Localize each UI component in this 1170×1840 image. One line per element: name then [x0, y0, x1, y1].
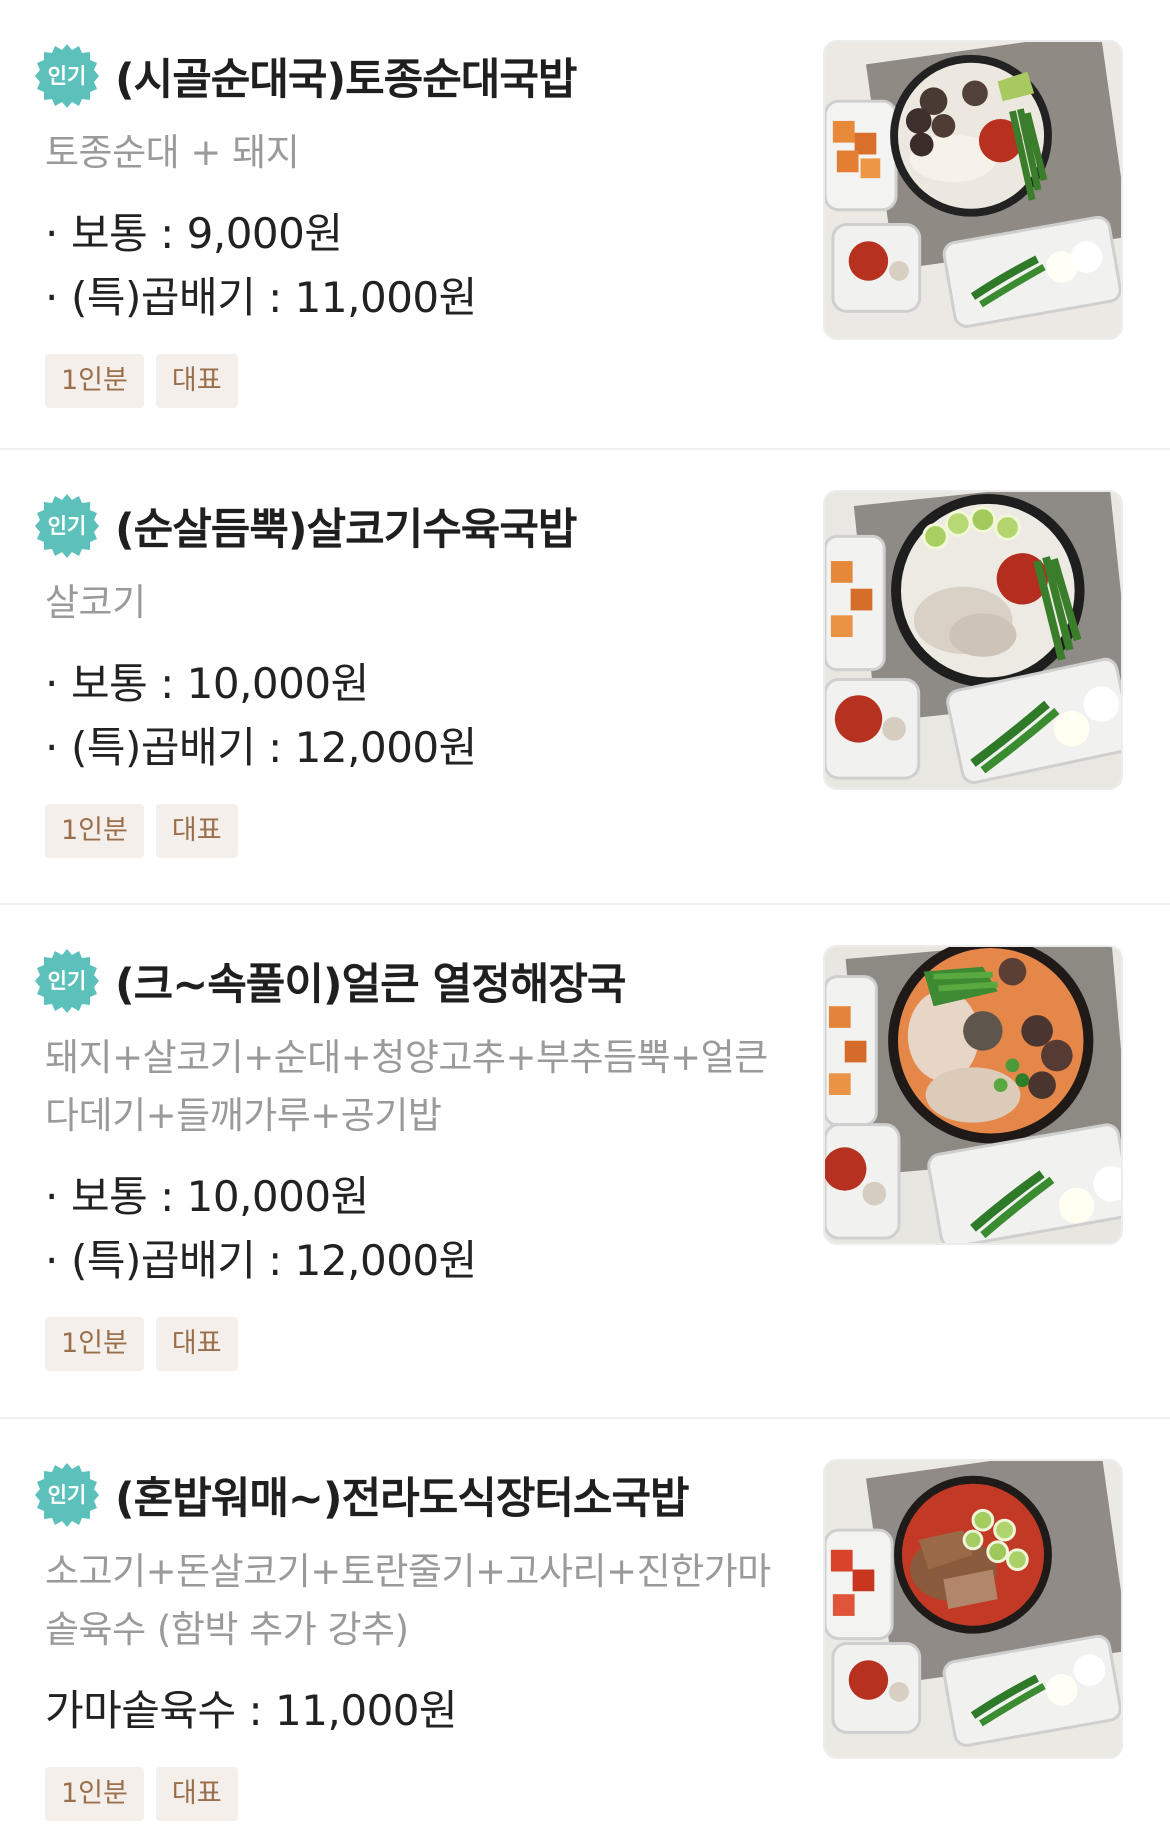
tag-signature: 대표 — [155, 804, 238, 858]
menu-title-row: 인기 (혼밥워매~)전라도식장터소국밥 — [35, 1457, 795, 1533]
price-line: · (특)곱배기 : 12,000원 — [45, 1236, 477, 1285]
tag-serving: 1인분 — [45, 354, 144, 408]
tag-signature: 대표 — [155, 1317, 238, 1371]
menu-item-info: 인기 (시골순대국)토종순대국밥 토종순대 + 돼지 · 보통 : 9,000원 … — [35, 38, 795, 408]
menu-title-row: 인기 (시골순대국)토종순대국밥 — [35, 38, 795, 114]
menu-name: (시골순대국)토종순대국밥 — [115, 55, 577, 105]
tag-serving: 1인분 — [45, 1767, 144, 1821]
menu-name: (혼밥워매~)전라도식장터소국밥 — [115, 1474, 690, 1524]
menu-item-info: 인기 (혼밥워매~)전라도식장터소국밥 소고기+돈살코기+토란줄기+고사리+진한… — [35, 1457, 795, 1821]
sogukbap-photo[interactable] — [823, 1459, 1123, 1759]
menu-title-row: 인기 (크~속풀이)얼큰 열정해장국 — [35, 943, 795, 1019]
haejangguk-photo[interactable] — [823, 945, 1123, 1245]
popular-badge-label: 인기 — [47, 969, 87, 993]
menu-item[interactable]: 인기 (순살듬뿍)살코기수육국밥 살코기 · 보통 : 10,000원 · (특)곱… — [0, 450, 1170, 905]
price-line: · (특)곱배기 : 11,000원 — [45, 273, 477, 322]
price-text: (특)곱배기 : 12,000원 — [71, 723, 477, 772]
price-line: 가마솥육수 : 11,000원 — [45, 1679, 795, 1743]
popular-badge: 인기 — [33, 947, 101, 1015]
menu-description: 토종순대 + 돼지 — [45, 131, 300, 174]
tag-list: 1인분 대표 — [45, 804, 795, 858]
tag-signature: 대표 — [155, 354, 238, 408]
popular-badge: 인기 — [33, 1461, 101, 1529]
suyuk-gukbap-photo[interactable] — [823, 490, 1123, 790]
menu-item-info: 인기 (순살듬뿍)살코기수육국밥 살코기 · 보통 : 10,000원 · (특)곱… — [35, 488, 795, 858]
sundae-gukbap-photo[interactable] — [823, 40, 1123, 340]
price-line: · (특)곱배기 : 12,000원 — [45, 723, 477, 772]
price-text: (특)곱배기 : 11,000원 — [71, 273, 477, 322]
tag-signature: 대표 — [155, 1767, 238, 1821]
menu-name: (순살듬뿍)살코기수육국밥 — [115, 505, 577, 555]
tag-serving: 1인분 — [45, 804, 144, 858]
price-text: 가마솥육수 : 11,000원 — [45, 1686, 458, 1735]
tag-list: 1인분 대표 — [45, 1317, 795, 1371]
tag-serving: 1인분 — [45, 1317, 144, 1371]
price-line: · 보통 : 10,000원 — [45, 659, 369, 708]
price-text: 보통 : 9,000원 — [71, 209, 343, 258]
price-text: 보통 : 10,000원 — [71, 1172, 369, 1221]
price-list: · 보통 : 10,000원 · (특)곱배기 : 12,000원 — [45, 652, 795, 780]
menu-description: 살코기 — [45, 581, 146, 624]
menu-name: (크~속풀이)얼큰 열정해장국 — [115, 960, 626, 1010]
menu-item[interactable]: 인기 (크~속풀이)얼큰 열정해장국 돼지+살코기+순대+청양고추+부추듬뿍+얼… — [0, 905, 1170, 1419]
tag-list: 1인분 대표 — [45, 354, 795, 408]
menu-description: 돼지+살코기+순대+청양고추+부추듬뿍+얼큰다데기+들깨가루+공기밥 — [45, 1036, 768, 1137]
menu-item-info: 인기 (크~속풀이)얼큰 열정해장국 돼지+살코기+순대+청양고추+부추듬뿍+얼… — [35, 943, 795, 1371]
price-line: · 보통 : 9,000원 — [45, 209, 343, 258]
menu-description: 소고기+돈살코기+토란줄기+고사리+진한가마솥육수 (함박 추가 강추) — [45, 1550, 771, 1651]
menu-list: 인기 (시골순대국)토종순대국밥 토종순대 + 돼지 · 보통 : 9,000원 … — [0, 0, 1170, 1840]
menu-item[interactable]: 인기 (시골순대국)토종순대국밥 토종순대 + 돼지 · 보통 : 9,000원 … — [0, 0, 1170, 450]
menu-item[interactable]: 인기 (혼밥워매~)전라도식장터소국밥 소고기+돈살코기+토란줄기+고사리+진한… — [0, 1419, 1170, 1840]
price-list: · 보통 : 9,000원 · (특)곱배기 : 11,000원 — [45, 202, 795, 330]
popular-badge-label: 인기 — [47, 64, 87, 88]
popular-badge-label: 인기 — [47, 1483, 87, 1507]
price-line: · 보통 : 10,000원 — [45, 1172, 369, 1221]
popular-badge: 인기 — [33, 42, 101, 110]
price-list: · 보통 : 10,000원 · (특)곱배기 : 12,000원 — [45, 1165, 795, 1293]
price-text: (특)곱배기 : 12,000원 — [71, 1236, 477, 1285]
menu-title-row: 인기 (순살듬뿍)살코기수육국밥 — [35, 488, 795, 564]
price-text: 보통 : 10,000원 — [71, 659, 369, 708]
price-list: 가마솥육수 : 11,000원 — [45, 1679, 795, 1743]
tag-list: 1인분 대표 — [45, 1767, 795, 1821]
popular-badge: 인기 — [33, 492, 101, 560]
popular-badge-label: 인기 — [47, 514, 87, 538]
